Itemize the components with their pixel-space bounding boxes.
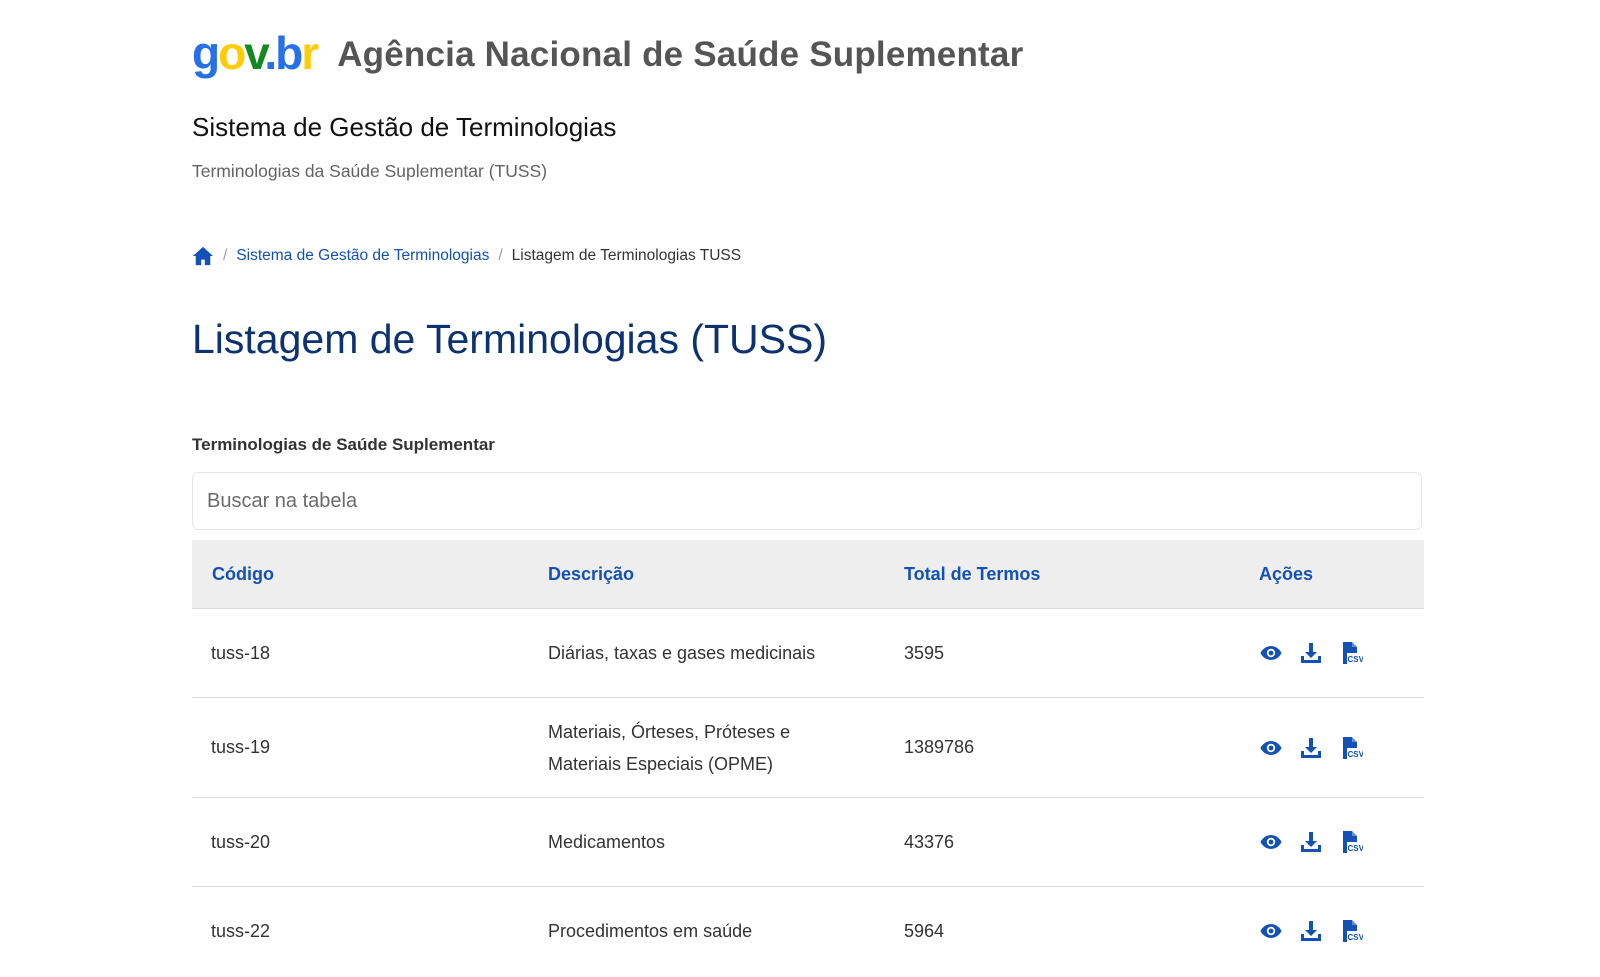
table-row: tuss-20 Medicamentos 43376 CSV <box>192 798 1424 887</box>
cell-code: tuss-20 <box>211 831 271 852</box>
cell-code: tuss-18 <box>211 642 271 663</box>
cell-actions: CSV <box>1259 919 1424 943</box>
download-icon[interactable] <box>1299 641 1323 665</box>
column-header-acoes: Ações <box>1259 563 1314 584</box>
eye-icon[interactable] <box>1259 736 1283 760</box>
table-label: Terminologias de Saúde Suplementar <box>192 435 495 454</box>
cell-code: tuss-22 <box>211 920 271 941</box>
table-row: tuss-22 Procedimentos em saúde 5964 CSV <box>192 887 1424 975</box>
cell-code: tuss-19 <box>211 737 271 757</box>
csv-file-icon[interactable]: CSV <box>1339 830 1363 854</box>
terminologies-table: Código Descrição Total de Termos Ações t… <box>192 540 1424 975</box>
column-header-descricao[interactable]: Descrição <box>548 564 904 585</box>
download-icon[interactable] <box>1299 919 1323 943</box>
search-input[interactable] <box>193 473 1421 529</box>
table-header: Código Descrição Total de Termos Ações <box>192 540 1424 609</box>
svg-text:CSV: CSV <box>1348 933 1364 942</box>
cell-actions: CSV <box>1259 641 1424 665</box>
csv-file-icon[interactable]: CSV <box>1339 641 1363 665</box>
eye-icon[interactable] <box>1259 641 1283 665</box>
eye-icon[interactable] <box>1259 830 1283 854</box>
cell-description-line: Materiais Especiais (OPME) <box>548 753 774 774</box>
svg-text:CSV: CSV <box>1348 655 1364 664</box>
cell-actions: CSV <box>1259 830 1424 854</box>
cell-description: Diárias, taxas e gases medicinais <box>548 643 816 663</box>
system-subtitle: Terminologias da Saúde Suplementar (TUSS… <box>192 161 548 181</box>
page: gov.br Agência Nacional de Saúde Supleme… <box>0 0 1600 977</box>
svg-text:CSV: CSV <box>1348 844 1364 853</box>
cell-description: Medicamentos <box>548 832 666 852</box>
breadcrumb-link-sistema[interactable]: Sistema de Gestão de Terminologias <box>236 247 489 265</box>
govbr-logo[interactable]: gov.br <box>192 30 319 76</box>
download-icon[interactable] <box>1299 830 1323 854</box>
cell-total: 43376 <box>904 831 955 852</box>
home-icon[interactable] <box>192 246 214 266</box>
csv-file-icon[interactable]: CSV <box>1339 919 1363 943</box>
cell-description-line: Materiais, Órteses, Próteses e <box>548 721 791 742</box>
column-header-total[interactable]: Total de Termos <box>904 564 1259 585</box>
svg-text:CSV: CSV <box>1348 750 1364 759</box>
search-box <box>192 472 1422 530</box>
eye-icon[interactable] <box>1259 919 1283 943</box>
cell-description: Materiais, Órteses, Próteses e Materiais… <box>548 716 904 780</box>
breadcrumb: / Sistema de Gestão de Terminologias / L… <box>192 246 741 266</box>
cell-actions: CSV <box>1259 736 1424 760</box>
cell-total: 5964 <box>904 920 945 941</box>
page-title: Listagem de Terminologias (TUSS) <box>192 316 827 362</box>
download-icon[interactable] <box>1299 736 1323 760</box>
system-title: Sistema de Gestão de Terminologias <box>192 112 617 142</box>
breadcrumb-separator: / <box>223 247 228 264</box>
breadcrumb-separator: / <box>498 247 503 264</box>
table-row: tuss-19 Materiais, Órteses, Próteses e M… <box>192 698 1424 798</box>
cell-total: 1389786 <box>904 737 975 757</box>
cell-total: 3595 <box>904 642 945 663</box>
table-row: tuss-18 Diárias, taxas e gases medicinai… <box>192 609 1424 698</box>
gov-header: gov.br Agência Nacional de Saúde Supleme… <box>192 30 1023 80</box>
cell-description: Procedimentos em saúde <box>548 921 753 941</box>
column-header-codigo[interactable]: Código <box>192 564 548 585</box>
csv-file-icon[interactable]: CSV <box>1339 736 1363 760</box>
agency-name: Agência Nacional de Saúde Suplementar <box>337 35 1024 74</box>
breadcrumb-current: Listagem de Terminologias TUSS <box>511 247 742 264</box>
